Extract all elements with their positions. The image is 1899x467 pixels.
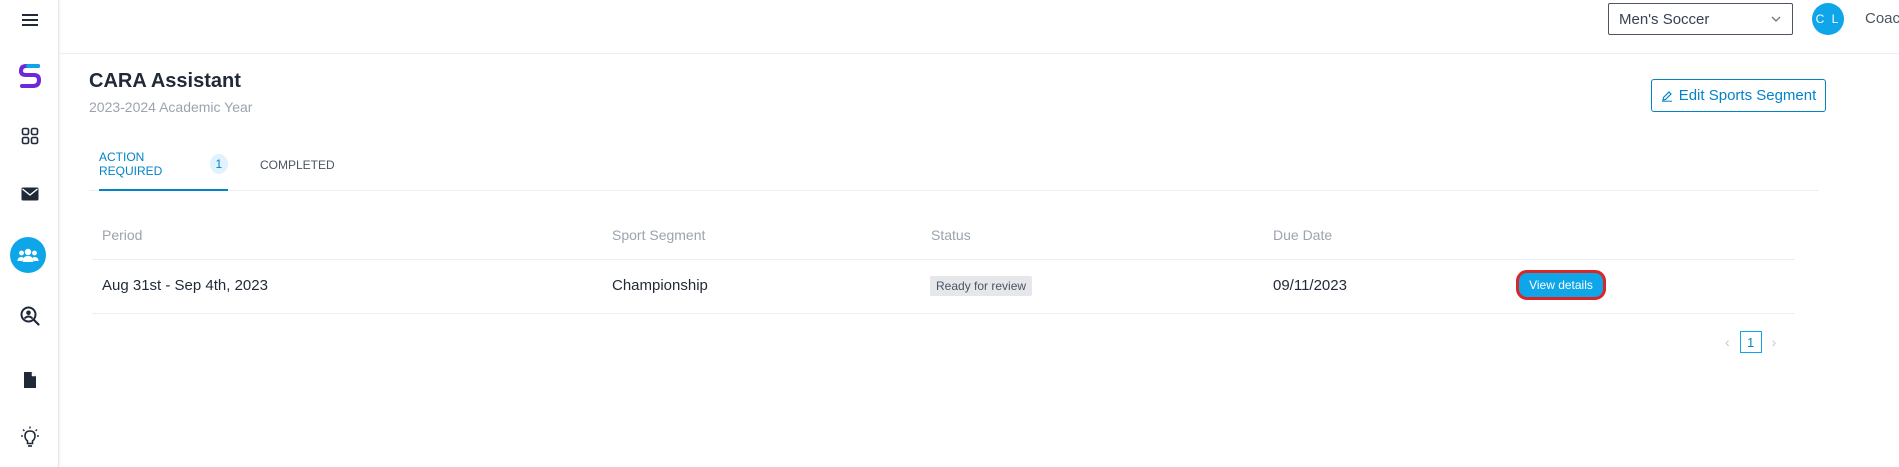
team-icon	[17, 248, 39, 262]
sidebar-item-team[interactable]	[0, 235, 59, 275]
edit-sports-segment-button[interactable]: Edit Sports Segment	[1651, 79, 1826, 112]
user-name[interactable]: Coach Lasso	[1865, 10, 1899, 27]
mail-icon	[21, 187, 38, 201]
sport-select[interactable]: Men's Soccer	[1608, 3, 1793, 35]
cell-period: Aug 31st - Sep 4th, 2023	[102, 277, 268, 294]
table-header: Period Sport Segment Status Due Date	[92, 218, 1795, 260]
tab-completed-label: COMPLETED	[260, 157, 335, 172]
menu-icon	[21, 14, 38, 26]
page-title: CARA Assistant	[89, 70, 241, 92]
active-indicator	[10, 237, 46, 273]
column-header-status: Status	[931, 227, 971, 243]
sport-select-value: Men's Soccer	[1619, 11, 1710, 28]
page-number-current[interactable]: 1	[1739, 331, 1762, 353]
column-header-period: Period	[102, 227, 143, 243]
review-table: Period Sport Segment Status Due Date Aug…	[92, 218, 1795, 314]
sidebar	[0, 0, 59, 467]
previous-page-icon[interactable]: ‹	[1725, 334, 1730, 350]
cell-sport-segment: Championship	[612, 277, 708, 294]
search-person-icon	[20, 306, 40, 326]
sidebar-item-ideas[interactable]	[0, 418, 59, 458]
column-header-due-date: Due Date	[1273, 227, 1333, 243]
tab-completed[interactable]: COMPLETED	[260, 152, 335, 191]
page-subtitle: 2023-2024 Academic Year	[89, 99, 253, 115]
logo[interactable]	[0, 56, 59, 96]
tab-action-required[interactable]: ACTION REQUIRED 1	[99, 149, 228, 191]
view-details-button[interactable]: View details	[1516, 270, 1606, 300]
dashboard-icon	[21, 127, 38, 145]
logo-icon	[18, 64, 41, 88]
pagination: ‹ 1 ›	[1725, 330, 1776, 354]
menu-button[interactable]	[0, 0, 59, 40]
column-header-sport-segment: Sport Segment	[612, 227, 706, 243]
avatar[interactable]: C L	[1812, 3, 1844, 35]
status-badge: Ready for review	[930, 276, 1033, 296]
sidebar-item-documents[interactable]	[0, 360, 59, 400]
edit-sports-segment-label: Edit Sports Segment	[1678, 87, 1817, 104]
tab-action-required-label: ACTION REQUIRED	[99, 149, 163, 178]
pencil-icon	[1661, 90, 1672, 102]
next-page-icon[interactable]: ›	[1772, 334, 1777, 350]
tabs: ACTION REQUIRED 1 COMPLETED	[89, 149, 1819, 191]
top-bar: Men's Soccer C L Coach Lasso	[59, 0, 1899, 54]
cell-due-date: 09/11/2023	[1273, 277, 1347, 294]
document-icon	[23, 372, 36, 388]
table-row: Aug 31st - Sep 4th, 2023 Championship Re…	[92, 260, 1795, 314]
sidebar-item-search[interactable]	[0, 296, 59, 336]
sidebar-item-dashboard[interactable]	[0, 116, 59, 156]
sidebar-item-messages[interactable]	[0, 174, 59, 214]
chevron-down-icon	[1771, 16, 1781, 22]
tab-count-badge: 1	[209, 153, 228, 174]
lightbulb-icon	[20, 426, 39, 447]
